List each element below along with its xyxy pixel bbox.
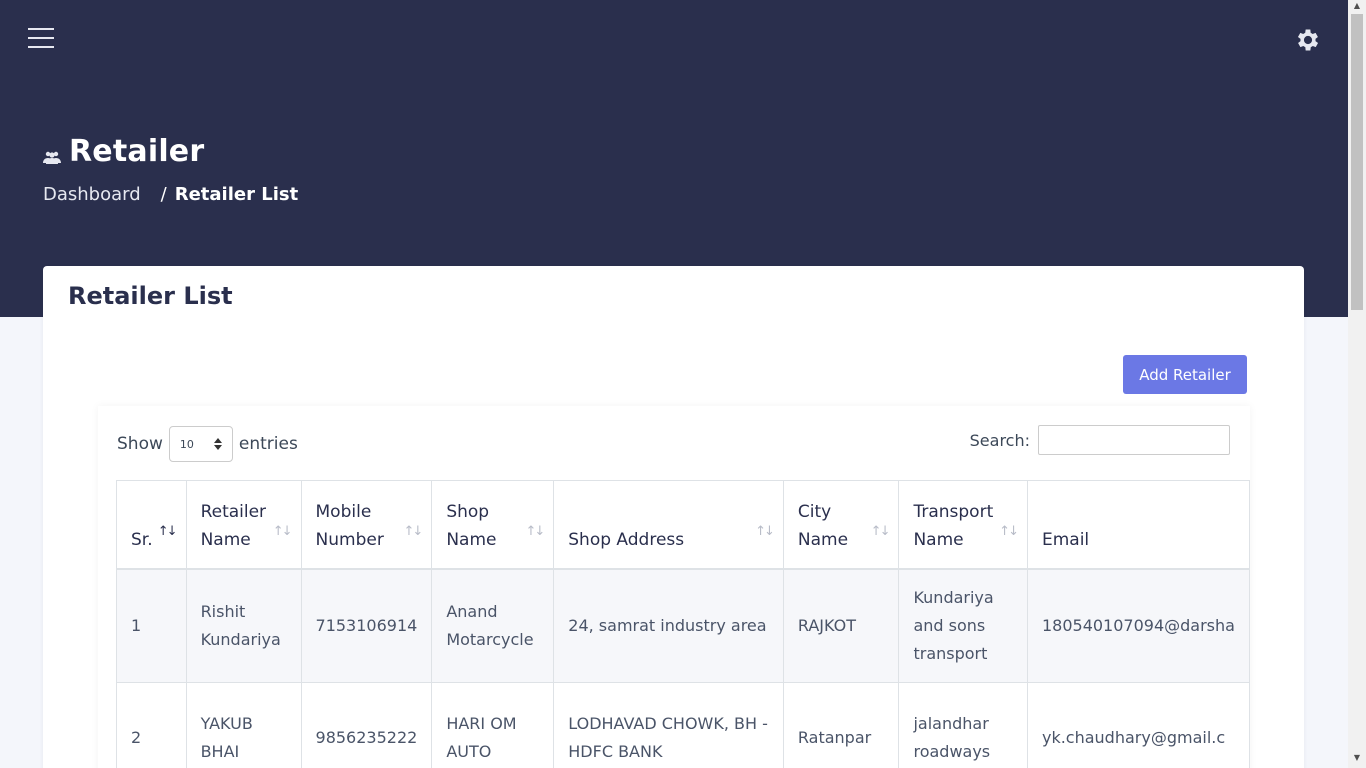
entries-select-value: 10: [179, 437, 194, 451]
cell-line: jalandhar: [913, 713, 989, 733]
entries-select[interactable]: 10: [168, 426, 233, 462]
search-input[interactable]: [1038, 425, 1230, 455]
column-header[interactable]: Shop Name ↑↓: [431, 480, 555, 569]
search-control: Search:: [970, 425, 1230, 455]
table-cell-transport: jalandhar roadways: [898, 682, 1028, 768]
column-header-label: Mobile: [315, 501, 372, 522]
cell-line: HDFC BANK: [568, 741, 663, 761]
sort-arrows-icon: ↑↓: [525, 523, 545, 539]
breadcrumb-current: Retailer List: [174, 184, 299, 205]
table-row[interactable]: 2 YAKUB BHAI 9856235222 HARI OM AUTO LODHAVAD …: [116, 682, 1250, 768]
scroll-down-arrow-icon[interactable]: ▼: [1352, 754, 1362, 762]
datatable-wrapper: Show 10 entries Search: Sr. ↑↓ Retailer Nam…: [98, 406, 1250, 768]
column-header[interactable]: City Name ↑↓: [782, 480, 900, 569]
retailer-list-card: Retailer List Add Retailer Show 10 entri…: [43, 266, 1304, 768]
cell-line: and sons: [913, 615, 986, 635]
page-title-wrap: Retailer: [43, 134, 204, 169]
gear-icon[interactable]: [1294, 26, 1322, 54]
search-label: Search:: [969, 430, 1030, 450]
sort-arrows-icon: ↑↓: [999, 523, 1019, 539]
column-header[interactable]: Mobile Number ↑↓: [300, 480, 433, 569]
cell-line: Kundariya: [913, 587, 994, 607]
cell-line: Motarcycle: [446, 629, 534, 649]
scrollbar-thumb[interactable]: [1351, 14, 1363, 310]
sort-arrows-icon: ↑↓: [870, 523, 891, 539]
select-arrows-icon: [213, 438, 222, 450]
table-cell-city: Ratanpar: [782, 682, 900, 768]
table-cell-email: yk.chaudhary@gmail.c: [1026, 682, 1250, 768]
retailer-table: Sr. ↑↓ Retailer Name ↑↓ Mobile Number ↑↓ Shop Nam…: [116, 480, 1250, 768]
cell-line: BHAI: [200, 741, 240, 761]
column-header-label: Transport: [913, 501, 994, 522]
add-retailer-button[interactable]: Add Retailer: [1123, 355, 1247, 394]
table-cell-email: 180540107094@darsha: [1026, 568, 1250, 683]
breadcrumb: Dashboard / Retailer List: [43, 184, 298, 205]
show-label: Show: [117, 434, 163, 454]
column-header-label: Name: [913, 529, 964, 550]
hamburger-icon: [28, 28, 54, 30]
cell-line: HARI OM: [446, 713, 517, 733]
table-cell-shop-address: 24, samrat industry area: [553, 568, 784, 683]
breadcrumb-separator: /: [160, 184, 167, 205]
column-header[interactable]: Retailer Name ↑↓: [185, 480, 302, 569]
cell-line: LODHAVAD CHOWK, BH -: [568, 713, 768, 733]
column-header[interactable]: Email: [1026, 480, 1250, 569]
scroll-up-arrow-icon[interactable]: ▲: [1352, 2, 1362, 10]
column-header[interactable]: Sr. ↑↓: [116, 480, 187, 569]
table-cell-shop-name: HARI OM AUTO: [431, 682, 555, 768]
table-cell-transport: Kundariya and sons transport: [898, 568, 1028, 683]
cell-line: roadways: [913, 741, 991, 761]
column-header[interactable]: Transport Name ↑↓: [898, 480, 1028, 569]
column-header-label: Email: [1041, 529, 1090, 550]
table-cell-retailer-name: Rishit Kundariya: [185, 568, 302, 683]
table-cell-mobile: 9856235222: [300, 682, 433, 768]
sort-arrows-icon: ↑↓: [403, 523, 424, 539]
sort-arrows-icon: ↑↓: [272, 523, 293, 539]
cell-line: transport: [913, 643, 988, 663]
breadcrumb-dashboard-link[interactable]: Dashboard: [43, 184, 141, 205]
column-header-label: Shop Address: [568, 529, 685, 550]
hamburger-menu-button[interactable]: [28, 28, 54, 50]
cell-line: Anand: [446, 601, 498, 621]
card-title: Retailer List: [68, 282, 233, 310]
table-cell-city: RAJKOT: [782, 568, 900, 683]
page-title: Retailer: [69, 134, 205, 169]
cell-line: Rishit: [200, 601, 246, 621]
table-cell-retailer-name: YAKUB BHAI: [185, 682, 302, 768]
sort-arrows-icon: ↑↓: [157, 523, 178, 539]
entries-label: entries: [238, 434, 298, 454]
table-cell-sr: 1: [116, 568, 187, 683]
column-header[interactable]: Shop Address ↑↓: [553, 480, 784, 569]
table-cell-mobile: 7153106914: [300, 568, 433, 683]
column-header-label: Number: [315, 529, 384, 550]
sort-arrows-icon: ↑↓: [755, 523, 775, 539]
users-icon: [43, 151, 61, 164]
cell-line: 24, samrat industry area: [568, 615, 767, 635]
cell-line: Kundariya: [200, 629, 281, 649]
cell-line: YAKUB: [200, 713, 253, 733]
table-cell-shop-name: Anand Motarcycle: [431, 568, 555, 683]
table-row[interactable]: 1 Rishit Kundariya 7153106914 Anand Motarcycl…: [116, 568, 1250, 683]
table-cell-sr: 2: [116, 682, 187, 768]
cell-line: AUTO: [446, 741, 492, 761]
table-cell-shop-address: LODHAVAD CHOWK, BH - HDFC BANK: [553, 682, 784, 768]
entries-length-control: Show 10 entries: [117, 426, 298, 462]
